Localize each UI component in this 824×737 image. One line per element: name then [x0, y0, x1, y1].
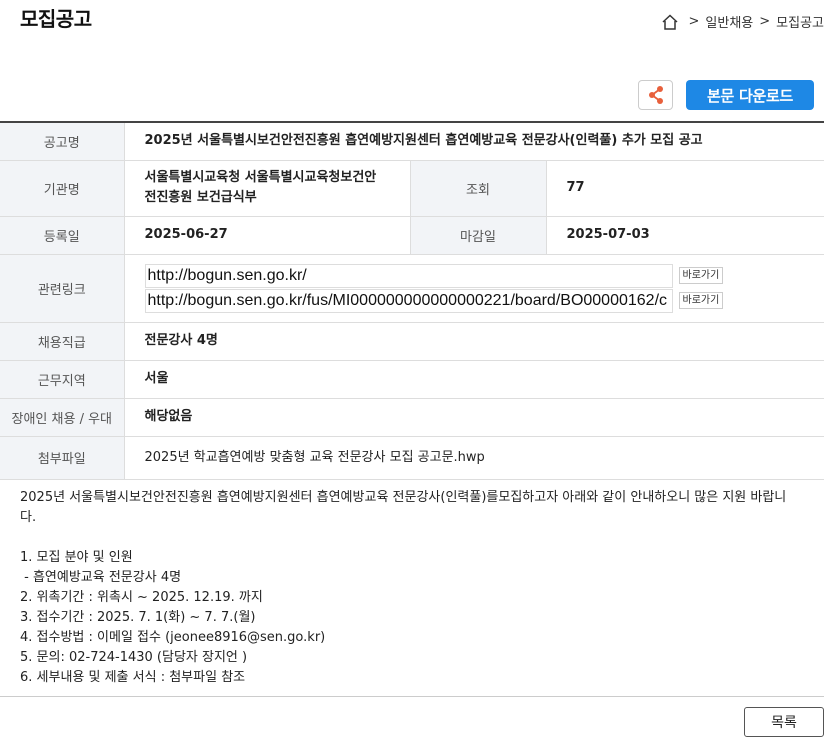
breadcrumb: > 일반채용 > 모집공고	[661, 12, 824, 31]
deadline-label: 마감일	[409, 216, 547, 255]
table-row: 장애인 채용 / 우대 해당없음	[0, 398, 824, 437]
org-value: 서울특별시교육청 서울특별시교육청보건안 전진흥원 보건급식부	[124, 160, 410, 217]
links-cell: http://bogun.sen.go.kr/ 바로가기 http://bogu…	[124, 254, 824, 323]
disabled-hiring-value: 해당없음	[124, 398, 824, 437]
table-row: 근무지역 서울	[0, 360, 824, 399]
share-button[interactable]	[638, 80, 673, 110]
table-row: 기관명 서울특별시교육청 서울특별시교육청보건안 전진흥원 보건급식부 조회 7…	[0, 160, 824, 217]
content-line: 3. 접수기간 : 2025. 7. 1(화) ~ 7. 7.(월)	[20, 610, 256, 625]
divider	[0, 696, 824, 697]
table-row: 공고명 2025년 서울특별시보건안전진흥원 흡연예방지원센터 흡연예방교육 전…	[0, 122, 824, 161]
views-value: 77	[546, 160, 824, 217]
breadcrumb-item-current[interactable]: 모집공고	[776, 12, 824, 31]
reg-date-label: 등록일	[0, 216, 125, 255]
attachment-link[interactable]: 2025년 학교흡연예방 맞춤형 교육 전문강사 모집 공고문.hwp	[124, 436, 824, 480]
link-row: http://bogun.sen.go.kr/ 바로가기	[144, 263, 824, 288]
breadcrumb-separator: >	[759, 14, 771, 29]
table-row: 관련링크 http://bogun.sen.go.kr/ 바로가기 http:/…	[0, 254, 824, 323]
link-row: http://bogun.sen.go.kr/fus/MI00000000000…	[144, 288, 824, 313]
position-value: 전문강사 4명	[124, 322, 824, 361]
notice-info-table: 공고명 2025년 서울특별시보건안전진흥원 흡연예방지원센터 흡연예방교육 전…	[0, 121, 824, 480]
link-go-button[interactable]: 바로가기	[678, 267, 724, 284]
breadcrumb-item-general[interactable]: 일반채용	[705, 12, 753, 31]
title-label: 공고명	[0, 122, 125, 161]
link-url-field[interactable]: http://bogun.sen.go.kr/	[144, 263, 673, 288]
list-button[interactable]: 목록	[744, 707, 824, 737]
org-value-line2: 전진흥원 보건급식부	[144, 190, 257, 205]
content-line: 2. 위촉기간 : 위촉시 ~ 2025. 12.19. 까지	[20, 590, 263, 605]
region-value: 서울	[124, 360, 824, 399]
link-url-field[interactable]: http://bogun.sen.go.kr/fus/MI00000000000…	[144, 288, 673, 313]
content-line: 6. 세부내용 및 제출 서식 : 첨부파일 참조	[20, 670, 246, 685]
content-line: 1. 모집 분야 및 인원	[20, 550, 133, 565]
content-intro: 2025년 서울특별시보건안전진흥원 흡연예방지원센터 흡연예방교육 전문강사(…	[20, 490, 787, 505]
org-label: 기관명	[0, 160, 125, 217]
region-label: 근무지역	[0, 360, 125, 399]
table-row: 첨부파일 2025년 학교흡연예방 맞춤형 교육 전문강사 모집 공고문.hwp	[0, 436, 824, 480]
reg-date-value: 2025-06-27	[124, 216, 410, 255]
content-line: 4. 접수방법 : 이메일 접수 (jeonee8916@sen.go.kr)	[20, 630, 326, 645]
title-value: 2025년 서울특별시보건안전진흥원 흡연예방지원센터 흡연예방교육 전문강사(…	[124, 122, 824, 161]
breadcrumb-separator: >	[688, 14, 700, 29]
content-line: 5. 문의: 02-724-1430 (담당자 장지언 )	[20, 650, 248, 665]
share-icon	[648, 86, 663, 104]
link-go-button[interactable]: 바로가기	[678, 292, 724, 309]
attachment-label: 첨부파일	[0, 436, 125, 480]
position-label: 채용직급	[0, 322, 125, 361]
content-spacer	[20, 528, 800, 548]
links-label: 관련링크	[0, 254, 125, 323]
org-value-line1: 서울특별시교육청 서울특별시교육청보건안	[144, 170, 377, 185]
download-content-button[interactable]: 본문 다운로드	[686, 80, 814, 110]
disabled-hiring-label: 장애인 채용 / 우대	[0, 398, 125, 437]
content-line: - 흡연예방교육 전문강사 4명	[20, 570, 182, 585]
deadline-value: 2025-07-03	[546, 216, 824, 255]
views-label: 조회	[409, 160, 547, 217]
page-title: 모집공고	[20, 7, 92, 31]
home-icon[interactable]	[661, 13, 679, 31]
content-intro-cont: 다.	[20, 510, 37, 525]
table-row: 등록일 2025-06-27 마감일 2025-07-03	[0, 216, 824, 255]
notice-content: 2025년 서울특별시보건안전진흥원 흡연예방지원센터 흡연예방교육 전문강사(…	[20, 488, 800, 688]
table-row: 채용직급 전문강사 4명	[0, 322, 824, 361]
